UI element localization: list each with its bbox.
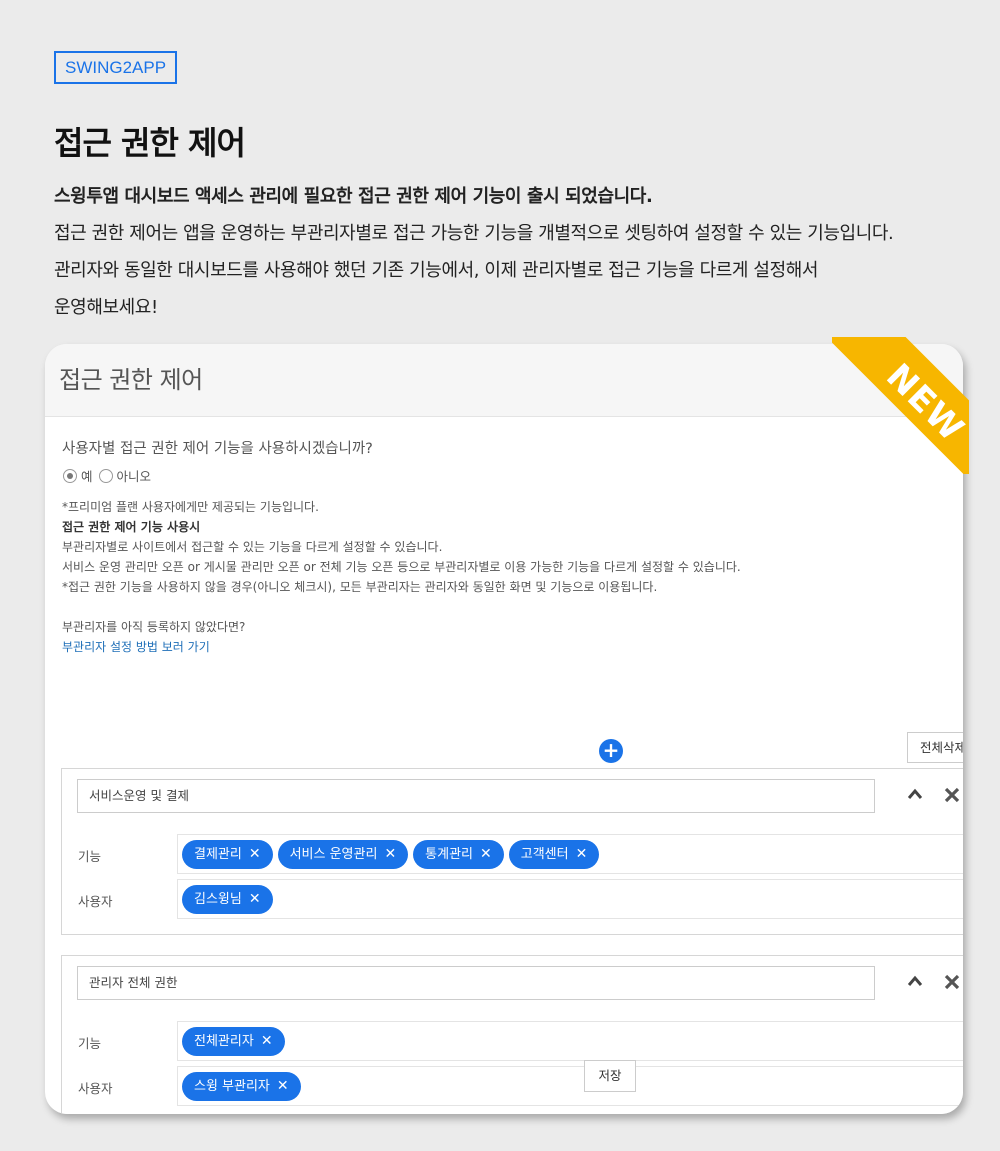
user-label: 사용자 bbox=[78, 1081, 113, 1096]
notes: *프리미엄 플랜 사용자에게만 제공되는 기능입니다. 접근 권한 제어 기능 … bbox=[62, 497, 741, 597]
permission-group: 서비스운영 및 결제 기능 결제관리 ✕ 서비스 운영관리 ✕ 통계관리 ✕ 고객센터… bbox=[61, 768, 963, 935]
remove-tag-icon[interactable]: ✕ bbox=[277, 1072, 289, 1101]
add-group-button[interactable]: + bbox=[599, 739, 623, 763]
tag-label: 김스윙님 bbox=[194, 891, 242, 907]
user-tags[interactable]: 스윙 부관리자 ✕ bbox=[177, 1066, 963, 1106]
note-line: *접근 권한 기능을 사용하지 않을 경우(아니오 체크시), 모든 부관리자는… bbox=[62, 580, 658, 594]
close-icon[interactable] bbox=[944, 974, 960, 990]
feature-label: 기능 bbox=[78, 849, 102, 864]
enable-question: 사용자별 접근 권한 제어 기능을 사용하시겠습니까? bbox=[62, 441, 373, 457]
enable-radio-group: 예 아니오 bbox=[63, 466, 157, 485]
remove-tag-icon[interactable]: ✕ bbox=[480, 840, 492, 869]
radio-yes-label: 예 bbox=[81, 469, 93, 484]
intro-text: 스윙투앱 대시보드 액세스 관리에 필요한 접근 권한 제어 기능이 출시 되었… bbox=[54, 178, 974, 326]
feature-tags[interactable]: 전체관리자 ✕ bbox=[177, 1021, 963, 1061]
remove-tag-icon[interactable]: ✕ bbox=[249, 885, 261, 914]
tag-label: 스윙 부관리자 bbox=[194, 1078, 270, 1094]
note-line: 부관리자별로 사이트에서 접근할 수 있는 기능을 다르게 설정할 수 있습니다… bbox=[62, 540, 443, 554]
feature-tag[interactable]: 서비스 운영관리 ✕ bbox=[277, 839, 409, 869]
radio-no[interactable] bbox=[98, 468, 113, 483]
note-line: 서비스 운영 관리만 오픈 or 게시물 관리만 오픈 or 전체 기능 오픈 … bbox=[62, 560, 741, 574]
chevron-up-icon[interactable] bbox=[908, 787, 922, 801]
remove-tag-icon[interactable]: ✕ bbox=[249, 840, 261, 869]
feature-tag[interactable]: 고객센터 ✕ bbox=[508, 839, 600, 869]
help-link[interactable]: 부관리자 설정 방법 보러 가기 bbox=[62, 637, 210, 657]
intro-line: 운영해보세요! bbox=[54, 297, 158, 318]
chevron-up-icon[interactable] bbox=[908, 974, 922, 988]
remove-tag-icon[interactable]: ✕ bbox=[384, 840, 396, 869]
panel-header: 접근 권한 제어 bbox=[45, 344, 963, 417]
access-control-panel: 접근 권한 제어 사용자별 접근 권한 제어 기능을 사용하시겠습니까? 예 아… bbox=[45, 344, 963, 1114]
page-title: 접근 권한 제어 bbox=[54, 124, 246, 162]
feature-label: 기능 bbox=[78, 1036, 102, 1051]
intro-line: 접근 권한 제어는 앱을 운영하는 부관리자별로 접근 가능한 기능을 개별적으… bbox=[54, 223, 894, 244]
panel-title: 접근 권한 제어 bbox=[59, 366, 203, 394]
remove-tag-icon[interactable]: ✕ bbox=[261, 1027, 273, 1056]
group-name-input[interactable]: 서비스운영 및 결제 bbox=[77, 779, 875, 813]
user-label: 사용자 bbox=[78, 894, 113, 909]
tag-label: 전체관리자 bbox=[194, 1033, 254, 1049]
new-badge: NEW bbox=[832, 337, 969, 474]
radio-yes[interactable] bbox=[63, 468, 77, 483]
brand-tag: SWING2APP bbox=[54, 51, 178, 84]
user-tag[interactable]: 스윙 부관리자 ✕ bbox=[182, 1071, 301, 1101]
radio-no-label: 아니오 bbox=[116, 469, 152, 484]
note-line: *프리미엄 플랜 사용자에게만 제공되는 기능입니다. bbox=[62, 500, 319, 514]
tag-label: 서비스 운영관리 bbox=[289, 846, 378, 862]
feature-tags[interactable]: 결제관리 ✕ 서비스 운영관리 ✕ 통계관리 ✕ 고객센터 ✕ bbox=[177, 834, 963, 874]
user-tags[interactable]: 김스윙님 ✕ bbox=[177, 879, 963, 919]
tag-label: 고객센터 bbox=[520, 846, 569, 862]
tag-label: 통계관리 bbox=[425, 846, 474, 862]
feature-tag[interactable]: 전체관리자 ✕ bbox=[182, 1026, 285, 1056]
tag-label: 결제관리 bbox=[194, 846, 242, 862]
note-heading: 접근 권한 제어 기능 사용시 bbox=[62, 520, 201, 534]
delete-all-button[interactable]: 전체삭제 bbox=[907, 732, 963, 763]
sub-question: 부관리자를 아직 등록하지 않았다면? bbox=[62, 620, 246, 634]
panel-body: 사용자별 접근 권한 제어 기능을 사용하시겠습니까? 예 아니오 *프리미엄 … bbox=[45, 417, 963, 1114]
close-icon[interactable] bbox=[944, 787, 960, 803]
group-name-input[interactable]: 관리자 전체 권한 bbox=[77, 966, 875, 1000]
save-button[interactable]: 저장 bbox=[584, 1060, 636, 1092]
feature-tag[interactable]: 통계관리 ✕ bbox=[413, 839, 504, 869]
user-tag[interactable]: 김스윙님 ✕ bbox=[182, 884, 273, 914]
intro-lead: 스윙투앱 대시보드 액세스 관리에 필요한 접근 권한 제어 기능이 출시 되었… bbox=[54, 186, 653, 207]
intro-line: 관리자와 동일한 대시보드를 사용해야 했던 기존 기능에서, 이제 관리자별로… bbox=[54, 260, 819, 281]
feature-tag[interactable]: 결제관리 ✕ bbox=[182, 839, 273, 869]
remove-tag-icon[interactable]: ✕ bbox=[576, 840, 588, 869]
permission-group: 관리자 전체 권한 기능 전체관리자 ✕ 사용자 스윙 부관리자 ✕ bbox=[61, 955, 963, 1114]
